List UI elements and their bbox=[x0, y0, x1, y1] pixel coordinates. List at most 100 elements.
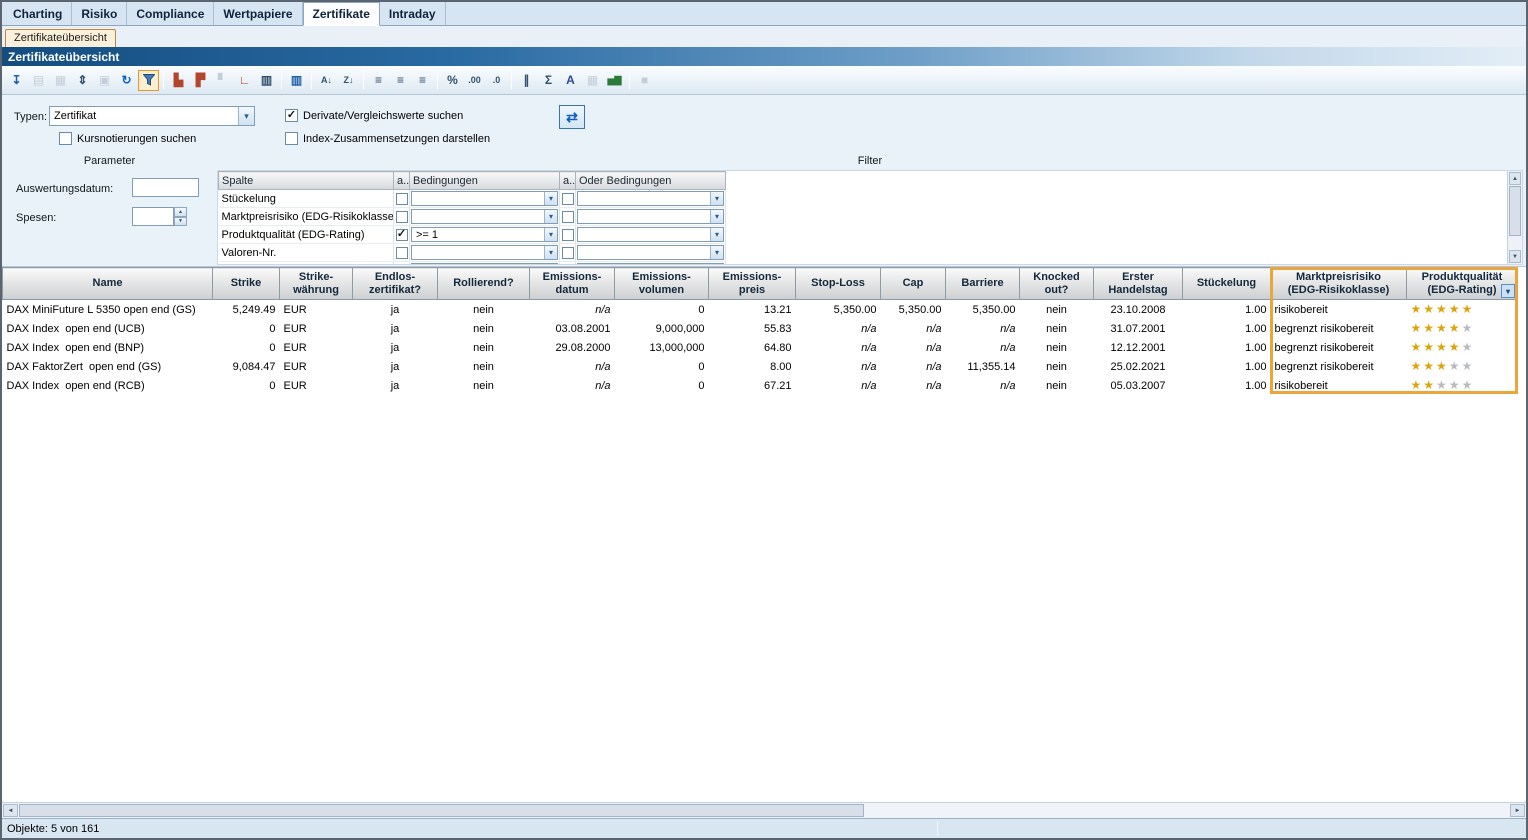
bars-icon[interactable]: ∥ bbox=[516, 70, 537, 91]
freeze-columns-icon[interactable]: ▙ bbox=[168, 70, 189, 91]
and-checkbox[interactable] bbox=[396, 247, 408, 259]
kursnotierungen-checkbox[interactable] bbox=[59, 132, 72, 145]
remove-decimal-icon[interactable]: .0 bbox=[486, 70, 507, 91]
scroll-down-icon[interactable] bbox=[1509, 250, 1521, 263]
subtab-zertifikateuebersicht[interactable]: Zertifikateübersicht bbox=[5, 29, 116, 47]
tab-zertifikate[interactable]: Zertifikate bbox=[303, 2, 380, 26]
tab-charting[interactable]: Charting bbox=[4, 2, 72, 25]
table-row[interactable]: DAX FaktorZert open end (GS)9,084.47EURj… bbox=[3, 357, 1518, 376]
or-condition-combobox[interactable] bbox=[577, 245, 724, 260]
chevron-down-icon[interactable] bbox=[710, 246, 723, 259]
tab-wertpapiere[interactable]: Wertpapiere bbox=[214, 2, 302, 25]
spinner-up-icon[interactable] bbox=[174, 207, 187, 217]
or-condition-combobox[interactable] bbox=[577, 191, 724, 206]
spinner-down-icon[interactable] bbox=[174, 217, 187, 227]
fit-columns-icon[interactable]: ⇕ bbox=[72, 70, 93, 91]
and-checkbox[interactable] bbox=[396, 193, 408, 205]
align-right-icon[interactable]: ≡ bbox=[412, 70, 433, 91]
table-row[interactable]: DAX Index open end (UCB)0EURjanein03.08.… bbox=[3, 319, 1518, 338]
chevron-down-icon[interactable] bbox=[710, 264, 723, 265]
index-zusammensetzungen-checkbox[interactable] bbox=[285, 132, 298, 145]
chevron-down-icon[interactable] bbox=[710, 228, 723, 241]
column-header[interactable]: Strike- währung bbox=[280, 268, 353, 300]
column-header[interactable]: Stückelung bbox=[1183, 268, 1271, 300]
refresh-icon[interactable]: ↻ bbox=[116, 70, 137, 91]
auswertungsdatum-input[interactable] bbox=[132, 178, 199, 197]
filter-scrollbar-thumb[interactable] bbox=[1509, 186, 1521, 236]
chevron-down-icon[interactable] bbox=[544, 246, 557, 259]
table-row[interactable]: DAX Index open end (RCB)0EURjaneinn/a067… bbox=[3, 376, 1518, 395]
and-checkbox[interactable] bbox=[562, 211, 574, 223]
tab-compliance[interactable]: Compliance bbox=[127, 2, 214, 25]
tab-intraday[interactable]: Intraday bbox=[380, 2, 446, 25]
column-header[interactable]: Emissions- volumen bbox=[615, 268, 709, 300]
condition-combobox[interactable]: >= 1 bbox=[411, 227, 558, 242]
chevron-down-icon[interactable] bbox=[544, 228, 557, 241]
align-center-icon[interactable]: ≡ bbox=[390, 70, 411, 91]
font-icon[interactable]: A bbox=[560, 70, 581, 91]
column-header[interactable]: Rollierend? bbox=[438, 268, 530, 300]
condition-combobox[interactable] bbox=[411, 263, 558, 265]
column-header[interactable]: Emissions- preis bbox=[709, 268, 796, 300]
and-checkbox[interactable] bbox=[562, 247, 574, 259]
chevron-down-icon[interactable] bbox=[544, 210, 557, 223]
condition-combobox[interactable] bbox=[411, 245, 558, 260]
tab-risiko[interactable]: Risiko bbox=[72, 2, 127, 25]
column-header[interactable]: Strike bbox=[213, 268, 280, 300]
index-zusammensetzungen-checkbox-row[interactable]: Index-Zusammensetzungen darstellen bbox=[285, 132, 490, 145]
and-checkbox[interactable] bbox=[562, 193, 574, 205]
column-header[interactable]: Emissions- datum bbox=[530, 268, 615, 300]
underline-icon[interactable]: ∟ bbox=[234, 70, 255, 91]
percent-icon[interactable]: % bbox=[442, 70, 463, 91]
horizontal-scrollbar-thumb[interactable] bbox=[19, 804, 864, 817]
chart-icon[interactable]: ▅▇ bbox=[604, 70, 625, 91]
column-header[interactable]: Endlos- zertifikat? bbox=[353, 268, 438, 300]
horizontal-scrollbar[interactable] bbox=[2, 802, 1526, 818]
and-checkbox[interactable] bbox=[396, 229, 408, 241]
column-header[interactable]: Erster Handelstag bbox=[1094, 268, 1183, 300]
row-height-icon[interactable]: ▥ bbox=[256, 70, 277, 91]
chevron-down-icon[interactable] bbox=[544, 264, 557, 265]
and-checkbox[interactable] bbox=[562, 229, 574, 241]
column-header[interactable]: Knocked out? bbox=[1020, 268, 1094, 300]
refresh-search-button[interactable] bbox=[559, 105, 585, 129]
table-row[interactable]: DAX Index open end (BNP)0EURjanein29.08.… bbox=[3, 338, 1518, 357]
condition-combobox[interactable] bbox=[411, 209, 558, 224]
scroll-up-icon[interactable] bbox=[1509, 172, 1521, 185]
table-row[interactable]: DAX MiniFuture L 5350 open end (GS)5,249… bbox=[3, 300, 1518, 320]
filter-scrollbar[interactable] bbox=[1507, 171, 1522, 264]
column-header[interactable]: Produktqualität (EDG-Rating) bbox=[1407, 268, 1518, 300]
column-header[interactable]: Cap bbox=[881, 268, 946, 300]
sort-asc-icon[interactable]: A↓ bbox=[316, 70, 337, 91]
column-filter-button[interactable] bbox=[1501, 284, 1515, 298]
chevron-down-icon[interactable] bbox=[710, 192, 723, 205]
scroll-left-icon[interactable] bbox=[3, 804, 18, 817]
chevron-down-icon[interactable] bbox=[710, 210, 723, 223]
sum-icon[interactable]: Σ bbox=[538, 70, 559, 91]
sort-desc-icon[interactable]: Z↓ bbox=[338, 70, 359, 91]
or-condition-combobox[interactable] bbox=[577, 263, 724, 265]
and-checkbox[interactable] bbox=[396, 211, 408, 223]
filter-icon[interactable] bbox=[138, 70, 159, 91]
add-decimal-icon[interactable]: .00 bbox=[464, 70, 485, 91]
column-header[interactable]: Stop-Loss bbox=[796, 268, 881, 300]
spesen-input[interactable] bbox=[132, 207, 174, 226]
column-header[interactable]: Barriere bbox=[946, 268, 1020, 300]
chevron-down-icon[interactable] bbox=[544, 192, 557, 205]
column-chooser-icon[interactable]: ▥ bbox=[286, 70, 307, 91]
column-header[interactable]: Name bbox=[3, 268, 213, 300]
derivate-checkbox-row[interactable]: Derivate/Vergleichswerte suchen bbox=[285, 109, 463, 122]
derivate-checkbox[interactable] bbox=[285, 109, 298, 122]
or-condition-combobox[interactable] bbox=[577, 209, 724, 224]
typen-select[interactable]: Zertifikat bbox=[49, 106, 255, 126]
freeze-rows-icon[interactable]: ▛ bbox=[190, 70, 211, 91]
scroll-right-icon[interactable] bbox=[1510, 804, 1525, 817]
condition-combobox[interactable] bbox=[411, 191, 558, 206]
kursnotierungen-checkbox-row[interactable]: Kursnotierungen suchen bbox=[59, 132, 196, 145]
align-left-icon[interactable]: ≡ bbox=[368, 70, 389, 91]
spesen-spinner[interactable] bbox=[174, 207, 187, 226]
export-icon[interactable]: ↧ bbox=[6, 70, 27, 91]
chevron-down-icon[interactable] bbox=[238, 107, 254, 125]
or-condition-combobox[interactable] bbox=[577, 227, 724, 242]
column-header[interactable]: Marktpreisrisiko (EDG-Risikoklasse) bbox=[1271, 268, 1407, 300]
